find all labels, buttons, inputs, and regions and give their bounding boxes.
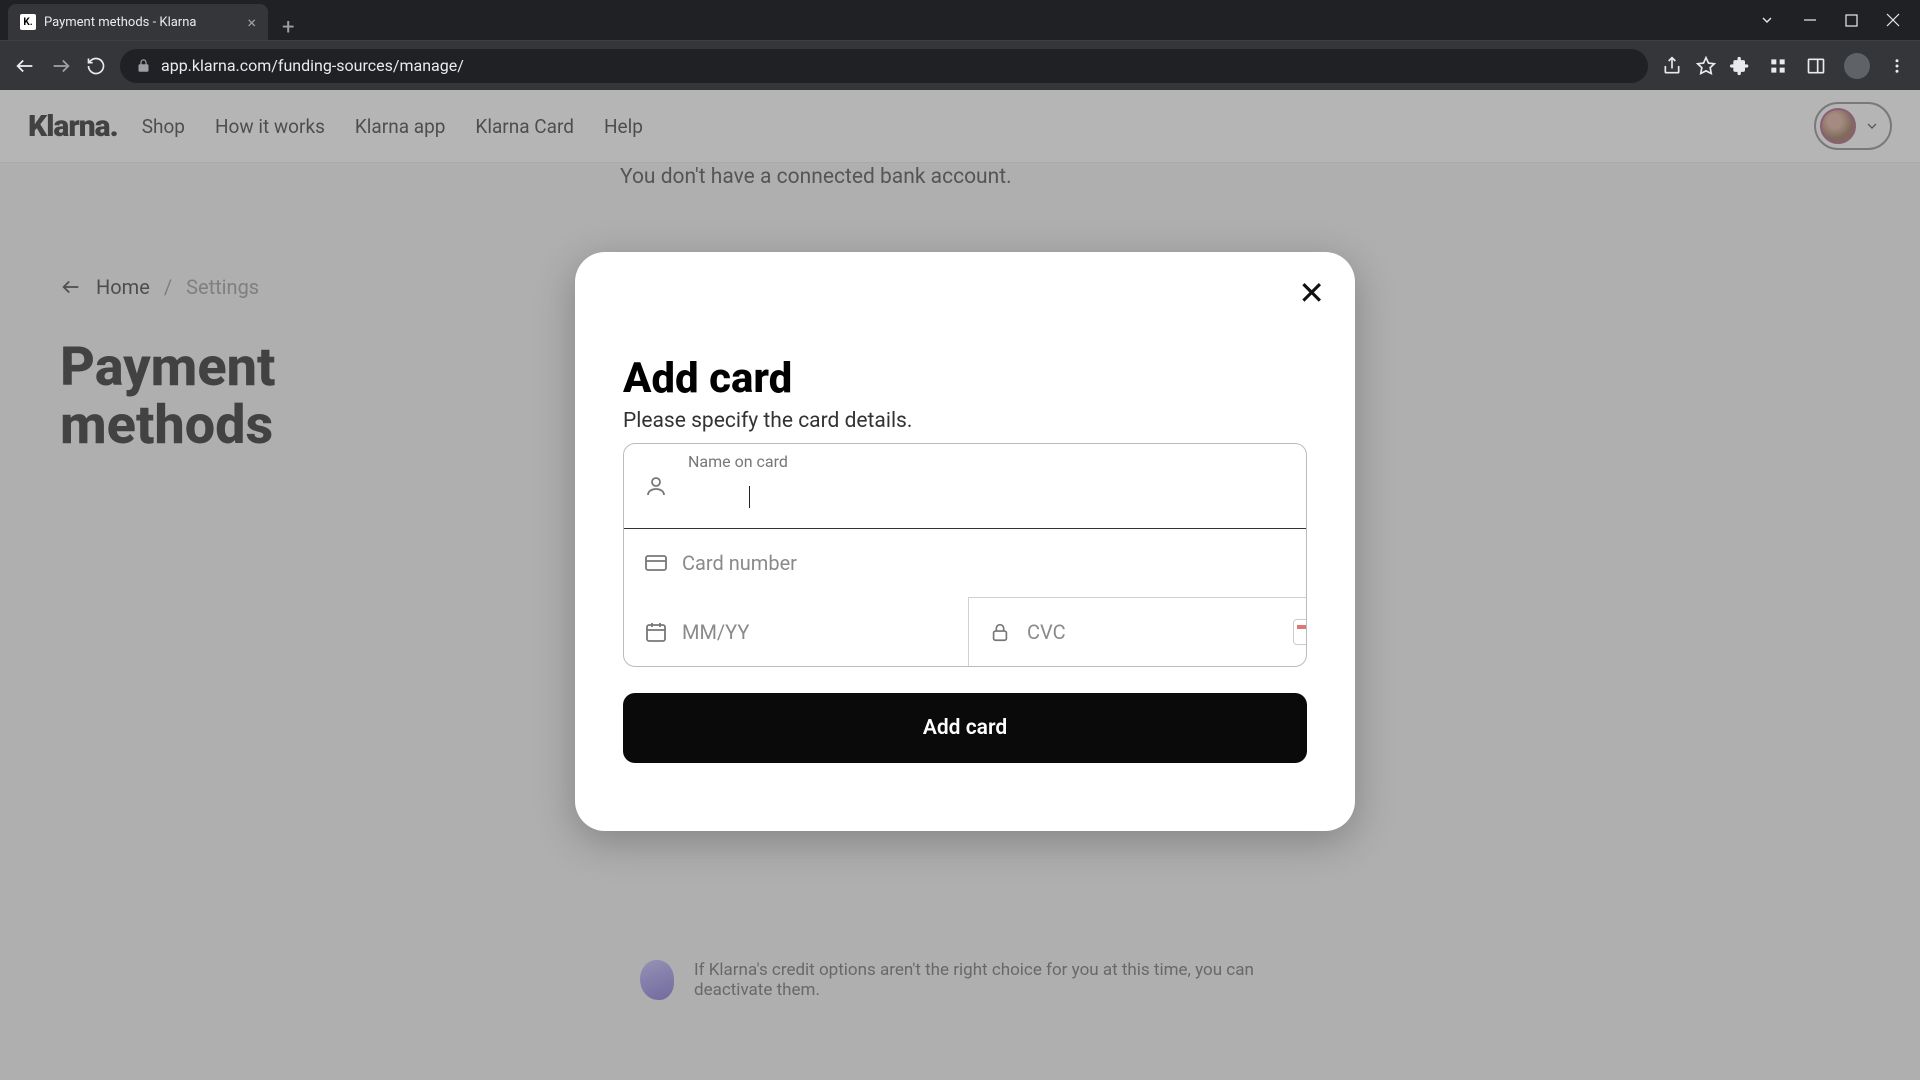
window-minimize-icon[interactable] (1803, 13, 1817, 27)
address-bar: app.klarna.com/funding-sources/manage/ (0, 40, 1920, 90)
page: Klarna. Shop How it works Klarna app Kla… (0, 90, 1920, 1080)
reload-icon[interactable] (86, 56, 106, 76)
expiry-field[interactable] (624, 597, 968, 666)
cvc-input[interactable] (1015, 598, 1293, 666)
window-maximize-icon[interactable] (1845, 14, 1858, 27)
expiry-input[interactable] (670, 598, 948, 666)
back-icon[interactable] (14, 55, 36, 77)
expiry-cvc-row (624, 597, 1306, 666)
name-label: Name on card (688, 452, 788, 471)
name-on-card-field[interactable]: Name on card (623, 443, 1307, 529)
tab-bar: K. Payment methods - Klarna × + (0, 0, 1920, 40)
window-controls (1739, 0, 1920, 40)
browser-right-icons (1730, 53, 1906, 79)
cvc-hint-icon (1293, 619, 1307, 645)
modal-subtitle: Please specify the card details. (623, 409, 1307, 433)
tab-favicon: K. (20, 14, 36, 30)
person-icon (644, 474, 670, 498)
browser-tab[interactable]: K. Payment methods - Klarna × (8, 4, 268, 40)
modal-title: Add card (623, 354, 1307, 403)
close-icon[interactable]: ✕ (1298, 274, 1325, 312)
lock-icon (136, 58, 151, 73)
add-card-button[interactable]: Add card (623, 693, 1307, 763)
new-tab-button[interactable]: + (268, 15, 308, 40)
chevron-down-icon[interactable] (1759, 12, 1775, 28)
url-box[interactable]: app.klarna.com/funding-sources/manage/ (120, 49, 1648, 83)
lock-icon (989, 621, 1015, 643)
forward-icon[interactable] (50, 55, 72, 77)
card-icon (644, 551, 670, 575)
url-text: app.klarna.com/funding-sources/manage/ (161, 56, 464, 75)
text-caret (749, 486, 750, 508)
profile-avatar-icon[interactable] (1844, 53, 1870, 79)
card-number-field[interactable] (624, 528, 1306, 597)
puzzle-icon[interactable] (1768, 56, 1788, 76)
menu-dots-icon[interactable] (1888, 57, 1906, 75)
card-number-input[interactable] (670, 529, 1286, 597)
sidepanel-icon[interactable] (1806, 56, 1826, 76)
tab-close-icon[interactable]: × (247, 13, 256, 32)
extensions-icon[interactable] (1730, 56, 1750, 76)
star-icon[interactable] (1696, 56, 1716, 76)
share-icon[interactable] (1662, 56, 1682, 76)
browser-chrome: K. Payment methods - Klarna × + app.klar… (0, 0, 1920, 90)
card-fields: Name on card (623, 443, 1307, 667)
calendar-icon (644, 620, 670, 644)
add-card-modal: ✕ Add card Please specify the card detai… (575, 252, 1355, 831)
window-close-icon[interactable] (1886, 13, 1900, 27)
tab-title: Payment methods - Klarna (44, 15, 196, 30)
cvc-field[interactable] (968, 597, 1307, 666)
